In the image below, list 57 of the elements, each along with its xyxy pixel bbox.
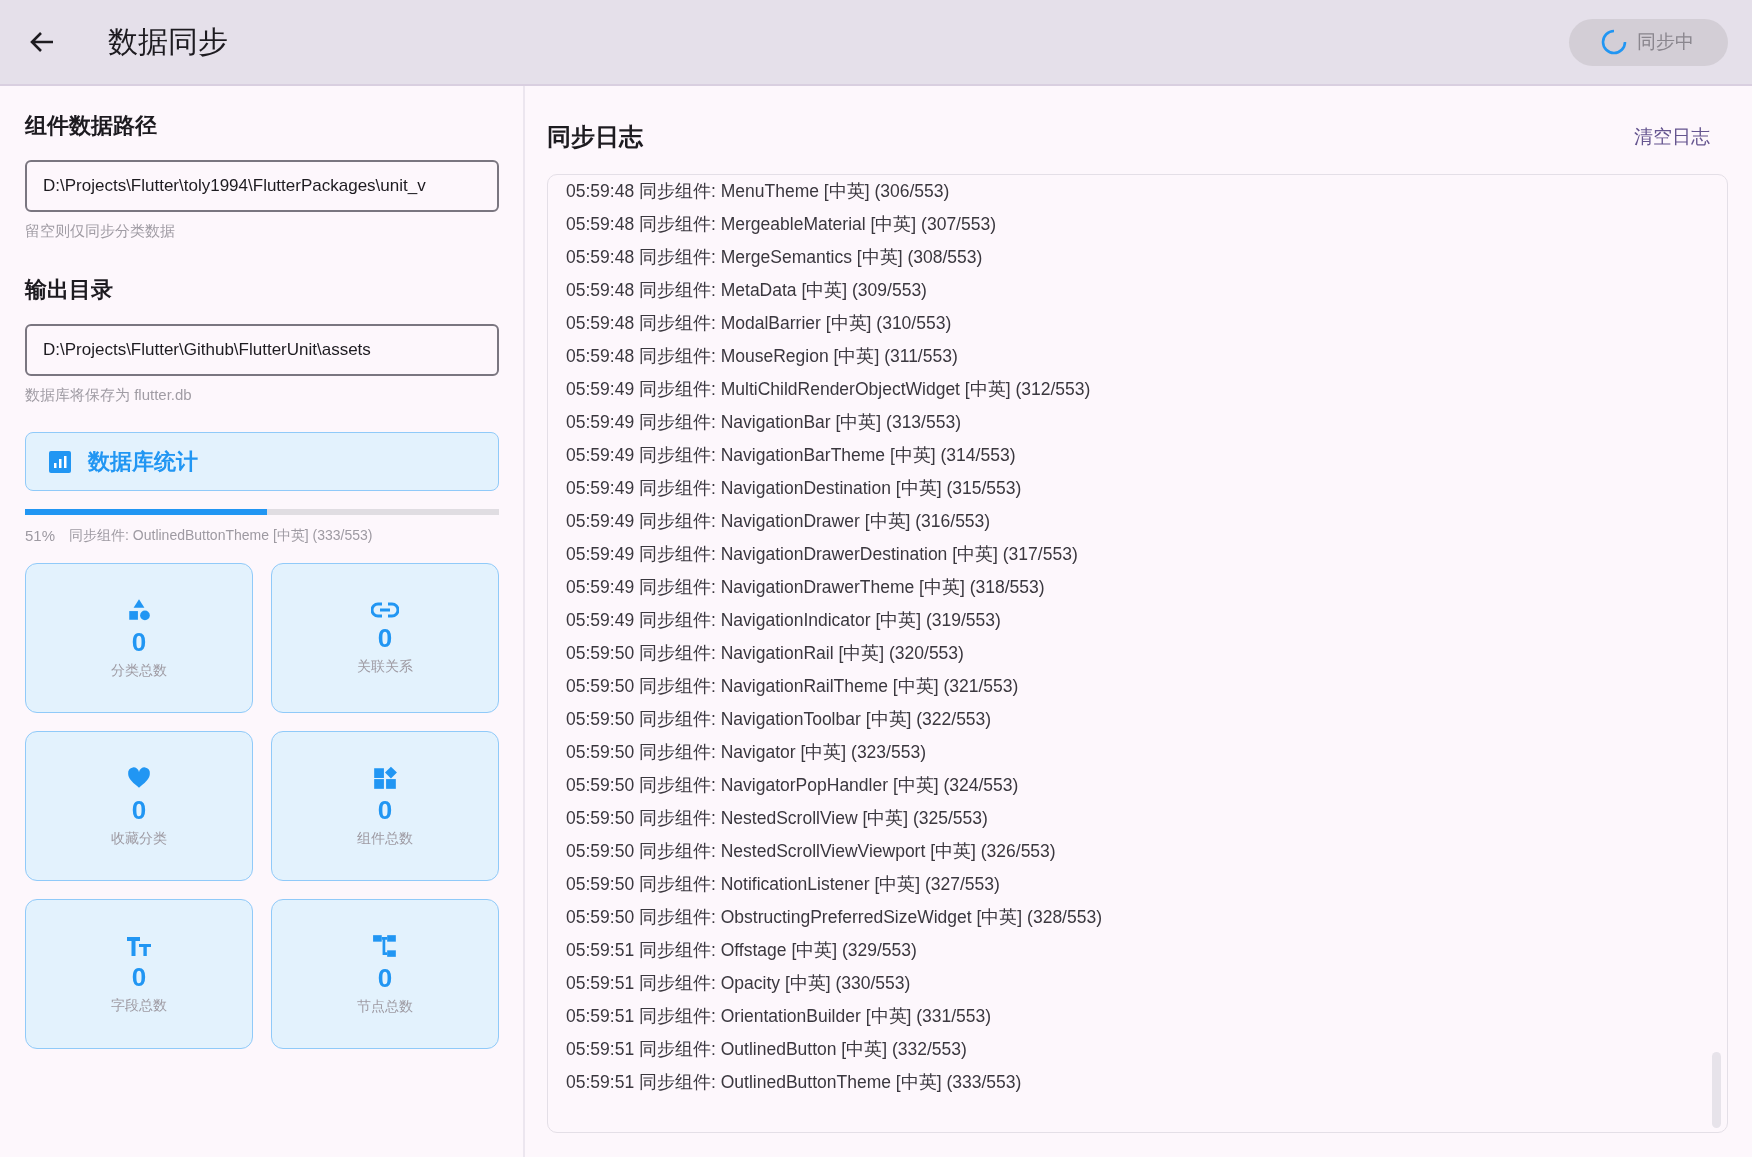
- stat-label: 字段总数: [111, 996, 167, 1015]
- log-line: 05:59:48 同步组件: MouseRegion [中英] (311/553): [566, 345, 959, 368]
- log-line: 05:59:48 同步组件: ModalBarrier [中英] (310/553): [566, 312, 953, 335]
- log-line: 05:59:48 同步组件: MergeableMaterial [中英] (307/553): [566, 213, 997, 236]
- stat-value: 0: [131, 794, 147, 826]
- stat-label: 节点总数: [357, 997, 413, 1016]
- log-line: 05:59:48 同步组件: MergeSemantics [中英] (308/553): [566, 246, 984, 269]
- log-line: 05:59:49 同步组件: NavigationDrawerTheme [中英] (318/553): [566, 576, 1046, 599]
- helper-text: 留空则仅同步分类数据: [25, 222, 176, 241]
- log-line: 05:59:50 同步组件: NavigationRailTheme [中英] (321/553): [566, 675, 1020, 698]
- page-title: 数据同步: [108, 23, 229, 60]
- input-field[interactable]: D:\Projects\Flutter\toly1994\FlutterPackages\unit_v: [25, 160, 499, 212]
- log-line: 05:59:50 同步组件: NestedScrollViewViewport [中英] (326/553): [566, 840, 1057, 863]
- log-line: 05:59:51 同步组件: OutlinedButtonTheme [中英] (333/553): [566, 1071, 1023, 1094]
- log-line: 05:59:48 同步组件: MenuTheme [中英] (306/553): [566, 180, 951, 203]
- log-line: 05:59:51 同步组件: OrientationBuilder [中英] (331/553): [566, 1005, 993, 1028]
- stat-value: 0: [377, 794, 393, 826]
- log-line: 05:59:49 同步组件: MultiChildRenderObjectWidget [中英] (312/553): [566, 378, 1092, 401]
- spinner-icon: [1601, 29, 1627, 55]
- log-title: 同步日志: [547, 122, 643, 152]
- section-label: 输出目录: [25, 276, 114, 304]
- stat-value: 0: [377, 622, 393, 654]
- log-line: 05:59:50 同步组件: NavigationToolbar [中英] (322/553): [566, 708, 993, 731]
- section-label: 组件数据路径: [25, 112, 158, 140]
- back-arrow-icon: [29, 30, 55, 54]
- log-line: 05:59:50 同步组件: NavigatorPopHandler [中英] (324/553): [566, 774, 1020, 797]
- widgets-icon: [372, 764, 398, 791]
- bar-chart-icon: [48, 449, 72, 474]
- log-line: 05:59:49 同步组件: NavigationDestination [中英] (315/553): [566, 477, 1023, 500]
- stat-label: 组件总数: [357, 829, 413, 848]
- stat-value: 0: [377, 962, 393, 994]
- link-icon: [371, 600, 399, 619]
- stat-value: 0: [131, 961, 147, 993]
- stat-label: 分类总数: [111, 661, 167, 680]
- log-line: 05:59:50 同步组件: ObstructingPreferredSizeWidget [中英] (328/553): [566, 906, 1103, 929]
- log-line: 05:59:49 同步组件: NavigationIndicator [中英] (319/553): [566, 609, 1002, 632]
- progress-percent: 51%: [25, 527, 56, 545]
- log-line: 05:59:50 同步组件: NestedScrollView [中英] (325/553): [566, 807, 989, 830]
- log-line: 05:59:50 同步组件: Navigator [中英] (323/553): [566, 741, 927, 764]
- tree-icon: [372, 932, 398, 959]
- log-line: 05:59:50 同步组件: NotificationListener [中英] (327/553): [566, 873, 1001, 896]
- log-line: 05:59:49 同步组件: NavigationBarTheme [中英] (314/553): [566, 444, 1017, 467]
- progress-message: 同步组件: OutlinedButtonTheme [中英] (333/553): [69, 527, 373, 545]
- stat-label: 收藏分类: [111, 829, 167, 848]
- log-line: 05:59:51 同步组件: Offstage [中英] (329/553): [566, 939, 918, 962]
- log-line: 05:59:49 同步组件: NavigationDrawerDestination [中英] (317/553): [566, 543, 1079, 566]
- log-line: 05:59:50 同步组件: NavigationRail [中英] (320/553): [566, 642, 965, 665]
- log-line: 05:59:48 同步组件: MetaData [中英] (309/553): [566, 279, 928, 302]
- clear-log-button[interactable]: 清空日志: [1616, 118, 1728, 156]
- log-line: 05:59:51 同步组件: OutlinedButton [中英] (332/553): [566, 1038, 968, 1061]
- helper-text: 数据库将保存为 flutter.db: [25, 386, 193, 405]
- stat-label: 关联关系: [357, 657, 413, 676]
- log-line: 05:59:49 同步组件: NavigationBar [中英] (313/553): [566, 411, 962, 434]
- input-field[interactable]: D:\Projects\Flutter\Github\FlutterUnit\assets: [25, 324, 499, 376]
- log-line: 05:59:51 同步组件: Opacity [中英] (330/553): [566, 972, 912, 995]
- log-line: 05:59:49 同步组件: NavigationDrawer [中英] (316/553): [566, 510, 992, 533]
- stat-value: 0: [131, 626, 147, 658]
